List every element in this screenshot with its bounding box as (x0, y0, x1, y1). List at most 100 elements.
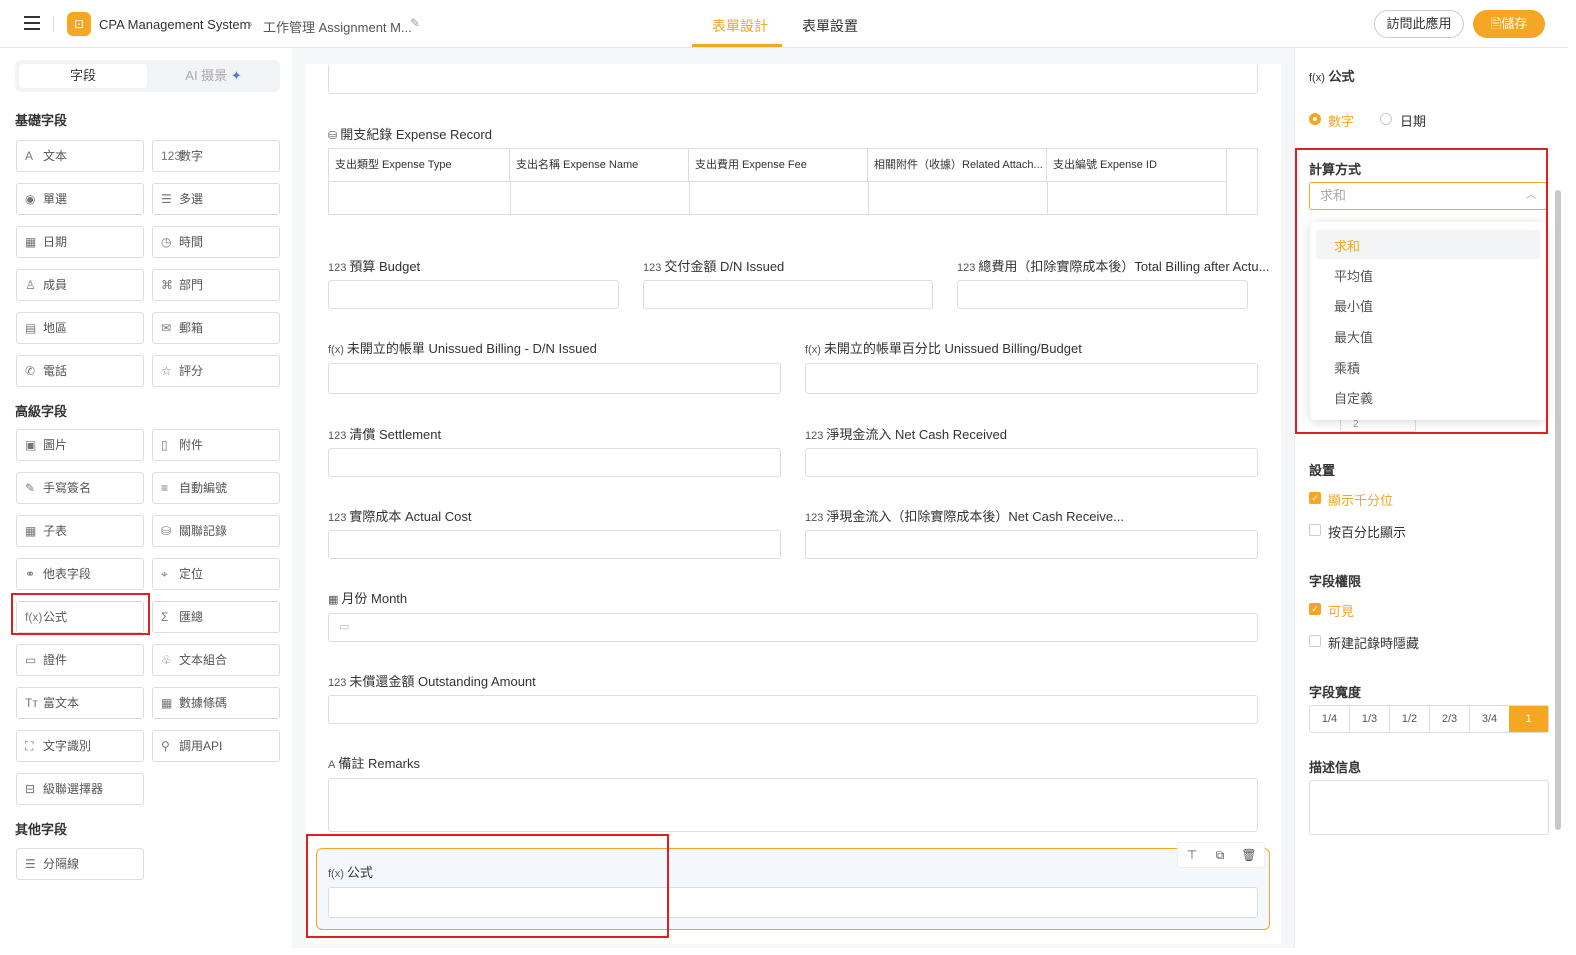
trash-icon[interactable]: 🗑 (1240, 846, 1258, 864)
hide-on-new-checkbox[interactable] (1309, 635, 1321, 647)
remarks-label: A 備註 Remarks (328, 753, 420, 772)
basic-field-5[interactable]: ◷ 時間 (152, 226, 280, 258)
text-format-icon[interactable]: ⊤ (1183, 846, 1201, 864)
basic-field-4[interactable]: ▦ 日期 (16, 226, 144, 258)
breadcrumb-form-name[interactable]: 工作管理 Assignment M... (263, 17, 412, 36)
thousands-checkbox[interactable]: ✓ (1309, 492, 1321, 504)
edit-pencil-icon[interactable]: ✎ (410, 16, 420, 30)
advanced-field-label-5: 關聯記錄 (179, 524, 228, 538)
advanced-field-13[interactable]: ▦ 數據條碼 (152, 687, 280, 719)
advanced-field-2[interactable]: ✎ 手寫簽名 (16, 472, 144, 504)
save-button-label: 儲存 (1501, 16, 1528, 31)
advanced-field-5[interactable]: ⛁ 關聯記錄 (152, 515, 280, 547)
advanced-field-icon-10: ▭ (25, 653, 37, 667)
number-icon: 123 (805, 430, 824, 442)
radio-date[interactable] (1380, 113, 1392, 125)
percent-label[interactable]: 按百分比顯示 (1328, 522, 1406, 541)
basic-field-11[interactable]: ☆ 評分 (152, 355, 280, 387)
basic-field-icon-4: ▦ (25, 235, 37, 249)
panel-scrollbar[interactable] (1555, 190, 1561, 830)
unissued-input[interactable] (328, 363, 781, 394)
advanced-field-14[interactable]: ⛶ 文字識別 (16, 730, 144, 762)
width-1-2[interactable]: 1/2 (1390, 706, 1430, 732)
month-date-input[interactable]: ▭ (328, 613, 1258, 642)
budget-input[interactable] (328, 280, 619, 309)
hide-on-new-label[interactable]: 新建記錄時隱藏 (1328, 633, 1419, 652)
basic-field-icon-7: ⌘ (161, 278, 173, 292)
tab-ai-scene[interactable]: AI 摄景 ✦ (151, 64, 276, 88)
section-other-fields: 其他字段 (15, 822, 68, 837)
dn-issued-input[interactable] (643, 280, 933, 309)
width-1-4[interactable]: 1/4 (1310, 706, 1350, 732)
advanced-field-0[interactable]: ▣ 圖片 (16, 429, 144, 461)
tab-form-settings[interactable]: 表單設置 (802, 16, 858, 36)
copy-icon[interactable]: ⧉ (1211, 846, 1229, 864)
advanced-field-label-10: 證件 (43, 653, 68, 667)
advanced-field-15[interactable]: ⚲ 調用API (152, 730, 280, 762)
basic-field-2[interactable]: ◉ 單選 (16, 183, 144, 215)
actual-cost-input[interactable] (328, 530, 781, 559)
tab-form-design[interactable]: 表單設計 (712, 16, 768, 36)
advanced-field-16[interactable]: ⊟ 級聯選擇器 (16, 773, 144, 805)
net-cash-input[interactable] (805, 448, 1258, 477)
basic-field-3[interactable]: ☰ 多選 (152, 183, 280, 215)
thousands-label[interactable]: 顯示千分位 (1328, 490, 1393, 509)
percent-checkbox[interactable] (1309, 524, 1321, 536)
total-billing-input[interactable] (957, 280, 1248, 309)
basic-field-7[interactable]: ⌘ 部門 (152, 269, 280, 301)
budget-label-text: 預算 Budget (349, 259, 421, 274)
net-cash-after-input[interactable] (805, 530, 1258, 559)
save-button[interactable]: 🗎儲存 (1473, 10, 1545, 38)
advanced-field-9[interactable]: Σ 匯總 (152, 601, 280, 633)
outstanding-input[interactable] (328, 695, 1258, 724)
visible-label[interactable]: 可見 (1328, 601, 1354, 620)
settlement-label-text: 清償 Settlement (349, 427, 442, 442)
width-1-3[interactable]: 1/3 (1350, 706, 1390, 732)
advanced-field-7[interactable]: ⌖ 定位 (152, 558, 280, 590)
basic-field-label-2: 單選 (43, 192, 68, 206)
tab-ai-label: AI 摄景 (185, 68, 228, 83)
remarks-textarea[interactable] (328, 778, 1258, 832)
expense-subtable[interactable]: 支出類型 Expense Type 支出名稱 Expense Name 支出費用… (328, 148, 1258, 215)
basic-field-10[interactable]: ✆ 電話 (16, 355, 144, 387)
advanced-field-1[interactable]: ▯ 附件 (152, 429, 280, 461)
radio-number[interactable] (1309, 113, 1321, 125)
dn-issued-label-text: 交付金額 D/N Issued (664, 259, 785, 274)
advanced-field-label-15: 調用API (179, 739, 223, 753)
width-full[interactable]: 1 (1509, 706, 1548, 732)
app-title[interactable]: CPA Management System (99, 17, 251, 32)
advanced-field-icon-0: ▣ (25, 438, 37, 452)
radio-date-label[interactable]: 日期 (1400, 111, 1426, 130)
description-textarea[interactable] (1309, 780, 1549, 835)
width-3-4[interactable]: 3/4 (1470, 706, 1510, 732)
basic-field-9[interactable]: ✉ 郵箱 (152, 312, 280, 344)
width-2-3[interactable]: 2/3 (1430, 706, 1470, 732)
number-icon: 123 (328, 677, 347, 689)
tab-fields[interactable]: 字段 (19, 64, 147, 88)
top-input-field[interactable] (328, 64, 1258, 94)
visible-checkbox[interactable]: ✓ (1309, 603, 1321, 615)
basic-field-6[interactable]: ♙ 成員 (16, 269, 144, 301)
other-field-0[interactable]: ☰ 分隔線 (16, 848, 144, 880)
settlement-input[interactable] (328, 448, 781, 477)
advanced-field-11[interactable]: ♧ 文本組合 (152, 644, 280, 676)
advanced-field-icon-1: ▯ (161, 438, 168, 452)
subtable-empty-row[interactable] (329, 182, 1227, 214)
unissued-pct-input[interactable] (805, 363, 1258, 394)
visit-app-button[interactable]: 訪問此應用 (1374, 10, 1464, 38)
advanced-field-12[interactable]: Tт 富文本 (16, 687, 144, 719)
basic-field-8[interactable]: ▤ 地區 (16, 312, 144, 344)
advanced-field-6[interactable]: ⚭ 他表字段 (16, 558, 144, 590)
advanced-field-4[interactable]: ▦ 子表 (16, 515, 144, 547)
property-title-text: 公式 (1328, 69, 1355, 84)
basic-field-label-0: 文本 (43, 149, 68, 163)
advanced-field-10[interactable]: ▭ 證件 (16, 644, 144, 676)
hamburger-menu-icon[interactable] (24, 16, 40, 30)
basic-field-1[interactable]: 123 數字 (152, 140, 280, 172)
budget-label: 123 預算 Budget (328, 256, 420, 275)
advanced-field-3[interactable]: ≡ 自動編號 (152, 472, 280, 504)
radio-number-label[interactable]: 數字 (1328, 111, 1354, 130)
basic-field-label-3: 多選 (179, 192, 204, 206)
advanced-field-icon-11: ♧ (161, 653, 172, 667)
basic-field-0[interactable]: A 文本 (16, 140, 144, 172)
